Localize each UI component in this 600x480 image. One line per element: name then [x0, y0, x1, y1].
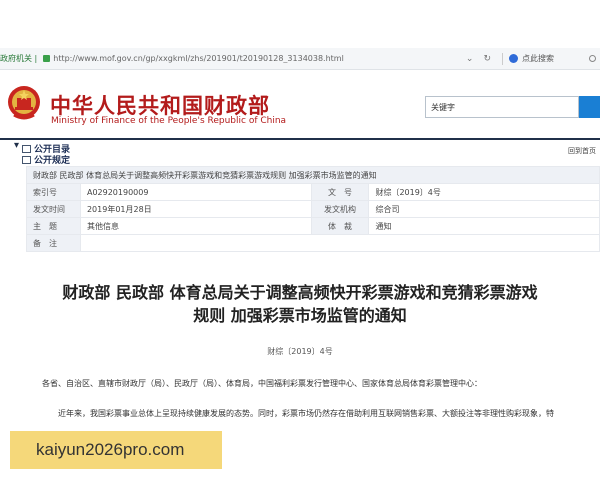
watermark-banner: kaiyun2026pro.com: [10, 431, 222, 469]
meta-value: 综合司: [368, 200, 600, 218]
bookmark-tab[interactable]: 政府机关 |: [0, 53, 40, 64]
search-icon[interactable]: [589, 55, 596, 62]
table-row: 主 题 其他信息 体 裁 通知: [26, 217, 600, 235]
site-subtitle: Ministry of Finance of the People's Repu…: [51, 116, 287, 126]
table-row: 发文时间 2019年01月28日 发文机构 综合司: [26, 200, 600, 218]
meta-label: 文 号: [310, 183, 370, 201]
meta-value: 2019年01月28日: [79, 200, 312, 218]
meta-doc-title: 财政部 民政部 体育总局关于调整高频快开彩票游戏和竞猜彩票游戏规则 加强彩票市场…: [26, 166, 600, 184]
meta-value: 通知: [368, 217, 600, 235]
refresh-icon[interactable]: ↻: [483, 54, 491, 64]
document-meta-table: 财政部 民政部 体育总局关于调整高频快开彩票游戏和竞猜彩票游戏规则 加强彩票市场…: [26, 166, 600, 252]
secure-site-icon: [43, 55, 51, 62]
article-title-line: 财政部 民政部 体育总局关于调整高频快开彩票游戏和竞猜彩票游戏: [62, 283, 538, 302]
back-home-link[interactable]: 回到首页: [568, 146, 596, 156]
meta-value: 其他信息: [79, 217, 312, 235]
body-paragraph: 近年来，我国彩票事业总体上呈现持续健康发展的态势。同时，彩票市场仍然存在借助利用…: [58, 409, 554, 418]
document-number: 财综〔2019〕4号: [267, 347, 333, 356]
caret-down-icon: ▾: [14, 140, 20, 151]
meta-value: A02920190009: [79, 183, 312, 201]
table-row: 索引号 A02920190009 文 号 财综〔2019〕4号: [26, 183, 600, 201]
catalog-nav: ▾ 公开目录 公开规定 回到首页: [0, 138, 600, 166]
url-field[interactable]: http://www.mof.gov.cn/gp/xxgkml/zhs/2019…: [53, 54, 461, 63]
meta-label: 主 题: [26, 217, 81, 235]
nav-public-rules[interactable]: 公开规定: [22, 153, 70, 166]
browser-address-bar: 政府机关 | http://www.mof.gov.cn/gp/xxgkml/z…: [0, 48, 600, 70]
table-row: 财政部 民政部 体育总局关于调整高频快开彩票游戏和竞猜彩票游戏规则 加强彩票市场…: [26, 166, 600, 184]
list-icon: [22, 155, 31, 164]
search-engine-label: 点此搜索: [522, 54, 554, 63]
list-icon: [22, 144, 31, 153]
recipients-paragraph: 各省、自治区、直辖市财政厅（局）、民政厅（局）、体育局，中国福利彩票发行管理中心…: [42, 379, 482, 388]
site-search-input[interactable]: 关键字: [425, 96, 579, 118]
meta-label: 体 裁: [310, 217, 370, 235]
meta-label: 索引号: [26, 183, 81, 201]
nav-public-rules-label: 公开规定: [34, 156, 71, 166]
search-engine-icon: [509, 54, 518, 63]
article-title: 财政部 民政部 体育总局关于调整高频快开彩票游戏和竞猜彩票游戏 规则 加强彩票市…: [20, 281, 580, 327]
site-header: 中华人民共和国财政部 Ministry of Finance of the Pe…: [0, 76, 600, 136]
meta-value: 财综〔2019〕4号: [368, 183, 600, 201]
national-emblem-icon: [8, 86, 40, 120]
table-row: 备 注: [26, 234, 600, 252]
chevron-down-icon[interactable]: ⌄: [466, 54, 474, 64]
meta-label: 发文机构: [310, 200, 370, 218]
browser-search-box[interactable]: 点此搜索: [509, 53, 589, 64]
toolbar-divider: [502, 52, 503, 65]
article-title-line: 规则 加强彩票市场监管的通知: [193, 306, 407, 325]
site-search-button[interactable]: [579, 96, 600, 118]
meta-label: 备 注: [26, 234, 81, 252]
meta-value: [79, 234, 600, 252]
meta-label: 发文时间: [26, 200, 81, 218]
